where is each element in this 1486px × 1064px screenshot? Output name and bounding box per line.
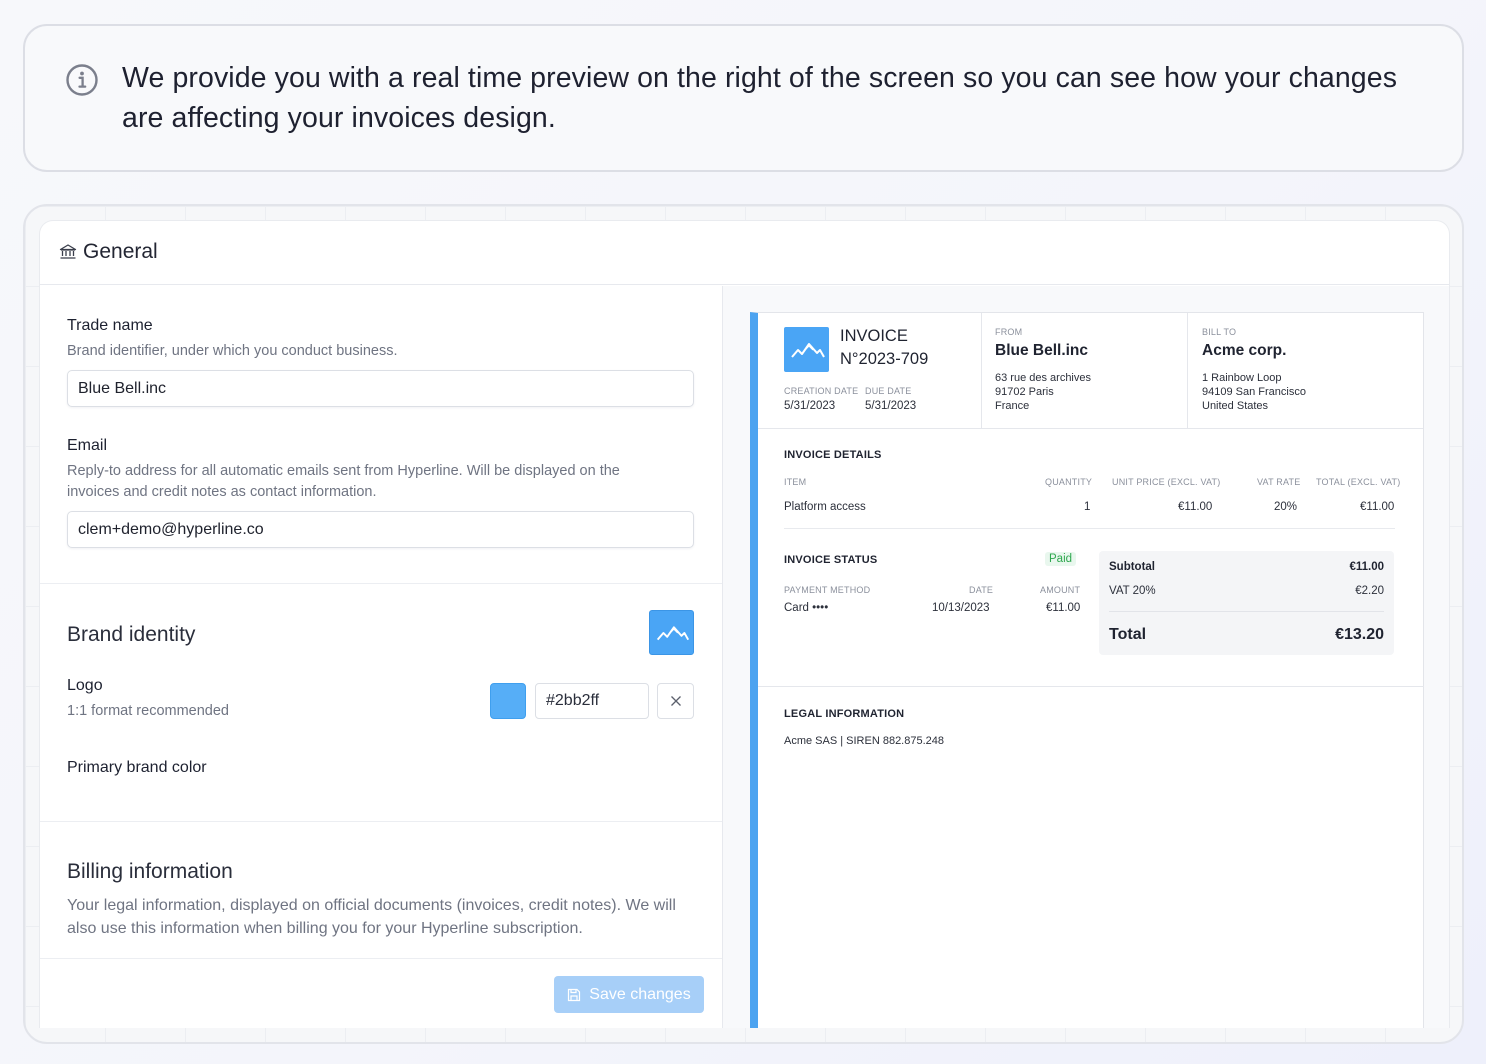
payment-date: 10/13/2023 xyxy=(932,602,990,614)
totals-box: Subtotal €11.00 VAT 20% €2.20 Total €13.… xyxy=(1099,551,1394,655)
logo-hint: 1:1 format recommended xyxy=(67,703,229,719)
info-icon xyxy=(66,64,98,96)
status-title: INVOICE STATUS xyxy=(784,554,878,566)
totals-divider xyxy=(1109,611,1384,612)
bill-to-address-line: 94109 San Francisco xyxy=(1202,386,1306,398)
brand-color-label: Primary brand color xyxy=(67,759,207,776)
due-date: 5/31/2023 xyxy=(865,400,917,412)
details-title: INVOICE DETAILS xyxy=(784,449,882,461)
email-label: Email xyxy=(67,437,108,454)
item-quantity: 1 xyxy=(1084,501,1091,513)
creation-date: 5/31/2023 xyxy=(784,400,836,412)
settings-panel: General Trade name Brand identifier, und… xyxy=(23,204,1464,1044)
save-button[interactable]: Save changes xyxy=(554,976,704,1013)
from-name: Blue Bell.inc xyxy=(995,342,1089,359)
payment-amount: €11.00 xyxy=(1046,602,1081,614)
invoice-header: INVOICE N°2023-709 CREATION DATE 5/31/20… xyxy=(758,313,1423,429)
column-header-unit-price: UNIT PRICE (EXCL. VAT) xyxy=(1112,477,1221,487)
section-divider xyxy=(40,821,722,822)
mountain-logo-icon xyxy=(656,626,690,641)
subtotal-label: Subtotal xyxy=(1109,561,1155,573)
bank-icon xyxy=(59,244,77,259)
info-message: We provide you with a real time preview … xyxy=(122,62,1398,134)
column-header-vat-rate: VAT RATE xyxy=(1257,477,1301,487)
save-button-label: Save changes xyxy=(589,985,691,1003)
section-divider xyxy=(40,958,722,959)
brand-color-input[interactable]: #2bb2ff xyxy=(535,683,649,719)
column-divider xyxy=(981,313,982,429)
mountain-logo-icon xyxy=(791,343,825,358)
logo-label: Logo xyxy=(67,677,103,694)
from-address-line: France xyxy=(995,400,1030,412)
legal-text: Acme SAS | SIREN 882.875.248 xyxy=(784,735,944,747)
billing-title: Billing information xyxy=(67,860,233,883)
column-divider xyxy=(1187,313,1188,429)
info-banner: We provide you with a real time preview … xyxy=(23,24,1464,172)
close-icon xyxy=(670,696,681,706)
row-divider xyxy=(784,528,1395,529)
section-divider xyxy=(40,583,722,584)
item-total: €11.00 xyxy=(1360,501,1395,513)
email-hint: Reply-to address for all automatic email… xyxy=(67,463,620,500)
color-swatch[interactable] xyxy=(490,683,526,719)
bill-to-name: Acme corp. xyxy=(1202,342,1287,359)
brand-identity-title: Brand identity xyxy=(67,623,196,646)
payment-method-label: PAYMENT METHOD xyxy=(784,585,871,595)
due-date-label: DUE DATE xyxy=(865,386,912,396)
payment-date-label: DATE xyxy=(969,585,994,595)
item-name: Platform access xyxy=(784,501,866,513)
floppy-disk-icon xyxy=(568,988,581,1001)
invoice-title: INVOICE xyxy=(840,327,908,345)
invoice-number: N°2023-709 xyxy=(840,350,929,368)
bill-to-address-line: United States xyxy=(1202,400,1269,412)
logo-upload[interactable] xyxy=(649,610,694,655)
status-badge: Paid xyxy=(1045,552,1077,566)
general-card: General Trade name Brand identifier, und… xyxy=(39,220,1450,1028)
column-header-item: ITEM xyxy=(784,477,807,487)
legal-title: LEGAL INFORMATION xyxy=(784,708,905,720)
vat-label: VAT 20% xyxy=(1109,585,1156,597)
trade-name-input[interactable] xyxy=(67,370,694,407)
invoice-logo xyxy=(784,327,829,372)
subtotal-value: €11.00 xyxy=(1349,561,1384,573)
creation-date-label: CREATION DATE xyxy=(784,386,859,396)
payment-method: Card •••• xyxy=(784,602,829,614)
invoice-document: INVOICE N°2023-709 CREATION DATE 5/31/20… xyxy=(750,312,1424,1028)
column-header-total: TOTAL (EXCL. VAT) xyxy=(1316,477,1401,487)
from-label: FROM xyxy=(995,327,1023,337)
bill-to-label: BILL TO xyxy=(1202,327,1237,337)
total-label: Total xyxy=(1109,626,1147,643)
email-input[interactable] xyxy=(67,511,694,548)
item-vat-rate: 20% xyxy=(1274,501,1298,513)
total-value: €13.20 xyxy=(1335,626,1384,643)
trade-name-hint: Brand identifier, under which you conduc… xyxy=(67,343,398,359)
clear-color-button[interactable] xyxy=(657,683,694,719)
bill-to-address-line: 1 Rainbow Loop xyxy=(1202,372,1282,384)
settings-form: Trade name Brand identifier, under which… xyxy=(40,286,722,1028)
invoice-preview: INVOICE N°2023-709 CREATION DATE 5/31/20… xyxy=(723,286,1449,1028)
card-header: General xyxy=(40,221,1449,285)
billing-hint: Your legal information, displayed on off… xyxy=(67,897,676,937)
page-title: General xyxy=(83,240,158,263)
column-header-quantity: QUANTITY xyxy=(1045,477,1093,487)
item-unit-price: €11.00 xyxy=(1178,501,1213,513)
trade-name-label: Trade name xyxy=(67,317,153,334)
from-address-line: 91702 Paris xyxy=(995,386,1054,398)
payment-amount-label: AMOUNT xyxy=(1040,585,1081,595)
vat-value: €2.20 xyxy=(1355,585,1384,597)
from-address-line: 63 rue des archives xyxy=(995,372,1091,384)
section-divider xyxy=(758,686,1424,687)
